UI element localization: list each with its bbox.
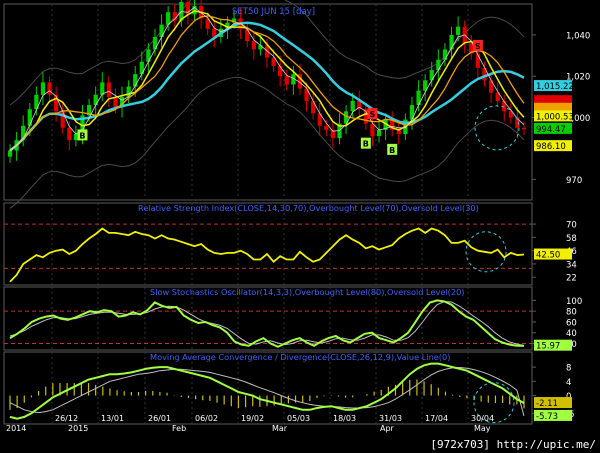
rsi-last-tag: 42.50 bbox=[536, 251, 560, 261]
signal-buy-label-2: B bbox=[389, 146, 395, 155]
signal-sell-label-4: S bbox=[370, 110, 376, 119]
price-y-tick-label-0: 970 bbox=[566, 176, 582, 186]
x-label-5: 05/03 bbox=[287, 414, 310, 423]
candle-body-20 bbox=[139, 61, 144, 75]
price-panel: BBBSS9701,0001,0201,0401,0601,015.221,00… bbox=[3, 0, 590, 209]
rsi-y-tick-label-1: 34 bbox=[566, 260, 577, 270]
candle-body-10 bbox=[73, 133, 79, 141]
candle-body-6 bbox=[47, 82, 52, 95]
rsi-y-tick-label-0: 22 bbox=[566, 274, 577, 284]
price-tag-3: 1,000.53 bbox=[536, 112, 574, 122]
x-label-4: 19/02 bbox=[241, 414, 264, 423]
macd-last-tag-1: -5.73 bbox=[536, 412, 558, 422]
x-sublabel-3: Mar bbox=[272, 424, 288, 433]
stock-chart: BBBSS9701,0001,0201,0401,0601,015.221,00… bbox=[3, 0, 590, 433]
macd-last-tag-0: -2.11 bbox=[536, 399, 558, 409]
candle-body-41 bbox=[278, 65, 283, 77]
price-frame bbox=[3, 3, 533, 201]
candle-body-3 bbox=[27, 109, 32, 126]
price-tag-0: 1,015.22 bbox=[536, 82, 574, 92]
band-lower-line bbox=[9, 76, 525, 209]
x-label-8: 17/04 bbox=[425, 414, 448, 423]
stochastic-panel: 2040608010015.97Slow Stochastics Oscilla… bbox=[3, 286, 582, 352]
candle-body-55 bbox=[370, 123, 375, 137]
x-label-1: 13/01 bbox=[101, 414, 124, 423]
macd-frame bbox=[3, 351, 533, 425]
macd-y-tick-label-2: 4 bbox=[566, 378, 571, 388]
rsi-y-tick-label-3: 58 bbox=[566, 234, 577, 244]
price-title: SET50 JUN 15 [day] bbox=[232, 7, 315, 17]
candle-body-0 bbox=[7, 150, 13, 157]
macd-line bbox=[9, 362, 525, 420]
signal-sell-label-3: S bbox=[475, 42, 481, 51]
stoch-last-tag: 15.97 bbox=[536, 342, 560, 352]
candle-body-48 bbox=[324, 125, 329, 130]
macd-title: Moving Average Convergence / Divergence(… bbox=[150, 352, 450, 362]
candle-body-36 bbox=[245, 28, 250, 42]
candle-body-56 bbox=[376, 129, 382, 137]
stoch-k-line bbox=[9, 299, 524, 348]
candle-body-15 bbox=[106, 82, 111, 97]
candle-body-64 bbox=[429, 70, 434, 81]
candle-body-21 bbox=[146, 49, 151, 62]
stoch-y-tick-label-3: 80 bbox=[566, 308, 577, 318]
macd-signal-line bbox=[9, 366, 525, 417]
x-label-3: 06/02 bbox=[195, 414, 218, 423]
price-y-tick-label-3: 1,040 bbox=[566, 31, 590, 41]
x-label-7: 31/03 bbox=[379, 414, 402, 423]
candle-body-61 bbox=[409, 105, 415, 120]
candle-body-65 bbox=[436, 59, 441, 71]
candle-body-5 bbox=[40, 82, 46, 95]
rsi-y-tick-label-4: 70 bbox=[566, 221, 577, 231]
stoch-y-tick-label-2: 60 bbox=[566, 318, 577, 328]
stoch-y-tick-label-4: 100 bbox=[566, 297, 582, 307]
price-tag-5: 986.10 bbox=[536, 142, 566, 152]
rsi-panel: 223446587042.50Relative Strength Index(C… bbox=[3, 202, 577, 286]
x-label-0: 26/12 bbox=[55, 414, 78, 423]
candle-body-46 bbox=[311, 100, 316, 114]
stoch-title: Slow Stochastics Oscillator(14,3,3),Over… bbox=[150, 287, 464, 297]
candle-body-66 bbox=[442, 49, 448, 60]
candle-body-24 bbox=[166, 12, 171, 25]
macd-y-tick-label-3: 8 bbox=[566, 364, 571, 374]
x-label-9: 30/04 bbox=[471, 414, 494, 423]
candle-body-42 bbox=[284, 76, 289, 85]
candle-body-19 bbox=[133, 74, 138, 87]
candle-body-23 bbox=[159, 24, 164, 38]
stoch-d-line bbox=[9, 300, 525, 346]
x-label-2: 26/01 bbox=[148, 414, 171, 423]
candle-body-18 bbox=[126, 86, 131, 97]
x-label-6: 18/03 bbox=[333, 414, 356, 423]
candle-body-78 bbox=[521, 127, 527, 130]
x-sublabel-2: Feb bbox=[172, 424, 186, 433]
rsi-line bbox=[9, 227, 525, 283]
signal-buy-label-1: B bbox=[363, 140, 369, 149]
candle-body-22 bbox=[152, 37, 158, 50]
highlight-circle bbox=[474, 105, 520, 151]
stoch-y-tick-label-1: 40 bbox=[566, 329, 577, 339]
x-sublabel-1: 2015 bbox=[68, 424, 88, 433]
x-sublabel-0: 2014 bbox=[6, 424, 26, 433]
rsi-title: Relative Strength Index(CLOSE,14,30,70),… bbox=[138, 203, 479, 213]
price-tag-4: 994.47 bbox=[536, 125, 566, 135]
candle-body-68 bbox=[455, 26, 461, 35]
candle-body-38 bbox=[258, 45, 263, 50]
signal-buy-label-0: B bbox=[79, 131, 85, 140]
x-sublabel-5: May bbox=[474, 424, 491, 433]
candle-body-52 bbox=[350, 100, 355, 112]
candle-body-13 bbox=[93, 94, 98, 106]
candle-body-9 bbox=[67, 127, 72, 141]
candle-body-14 bbox=[100, 82, 105, 95]
x-sublabel-4: Apr bbox=[380, 424, 395, 433]
footer-caption: [972x703] http://upic.me/ bbox=[430, 438, 596, 451]
candle-body-37 bbox=[251, 41, 256, 50]
